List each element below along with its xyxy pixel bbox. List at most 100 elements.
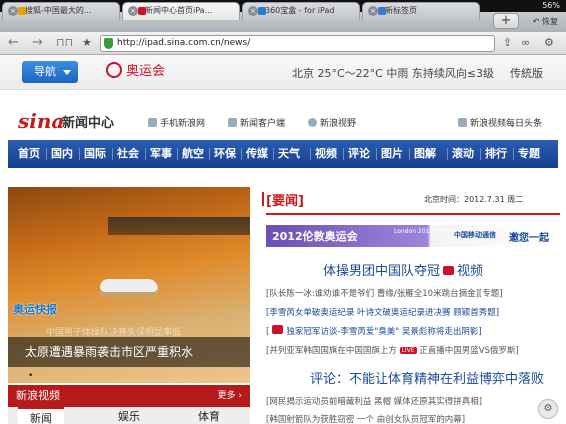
undo-icon: ↶: [532, 17, 540, 26]
banner-partner: 中国移动通信: [454, 231, 496, 239]
tab-title: 新闻中心首页iPa...: [145, 6, 213, 15]
chevron-down-icon: [63, 70, 71, 75]
360-favicon-icon: [258, 7, 266, 15]
nav-topics[interactable]: 专题: [513, 140, 540, 168]
headline2-link[interactable]: 评论：不能让体育精神在利益博弈中落败: [310, 368, 544, 387]
nav-weather[interactable]: 天气: [273, 140, 300, 168]
hero-image-bridge: [108, 217, 250, 235]
star-icon[interactable]: ★: [82, 35, 92, 51]
restore-button[interactable]: ↶ 恢复: [533, 16, 558, 27]
video-more-link[interactable]: 更多 ›: [218, 385, 242, 407]
divider: [266, 213, 560, 215]
headline-link[interactable]: 体操男团中国队夺冠 视频: [323, 260, 483, 279]
tab-title: 新标签页: [385, 6, 417, 15]
restore-label: 恢复: [542, 17, 558, 26]
nav-graphics[interactable]: 图解: [409, 140, 436, 168]
video-title: 新浪视频: [16, 389, 60, 402]
daily-video-label: 新浪视频每日头条: [470, 119, 543, 129]
brand-row: sina 新闻中心 手机新浪网 新闻客户端 新浪视野 新浪视频每日头条: [0, 109, 566, 137]
top-news-heading: [要闻]: [262, 190, 304, 209]
tab-new[interactable]: × 新标签页: [362, 2, 480, 20]
close-icon[interactable]: ×: [248, 6, 258, 16]
tab-video-ent[interactable]: 娱乐: [118, 407, 140, 424]
glasses-icon[interactable]: ∞: [521, 36, 530, 49]
beijing-time: 北京时间：2012.7.31 周二: [424, 195, 524, 204]
phone-icon: [148, 118, 157, 127]
battery-label: 56%: [542, 1, 560, 10]
nav-video[interactable]: 视频: [310, 140, 337, 168]
hero-caption: 太原遭遇暴雨袭击市区严重积水: [8, 337, 250, 367]
back-button[interactable]: ←: [8, 35, 19, 51]
news-item[interactable]: [李雪芮女单破奥运纪录 叶诗文破奥运纪录进决赛 顾颖首秀题]: [266, 306, 499, 318]
url-field[interactable]: http://ipad.sina.com.cn/news/: [100, 35, 495, 52]
video-header: 新浪视频 更多 ›: [8, 385, 250, 407]
video-tabs: 新闻 娱乐 体育: [8, 407, 250, 424]
section-title: 新闻中心: [62, 116, 115, 131]
site-nav-label: 导航: [34, 65, 56, 78]
mobile-sina-label: 手机新浪网: [160, 119, 206, 129]
tab-360[interactable]: × 360宝盒 - for iPad: [242, 2, 360, 20]
shield-icon: [104, 38, 113, 49]
nav-rolling[interactable]: 滚动: [447, 140, 474, 168]
news-item[interactable]: [队长陈一冰:谁劝谁不是爷们 曹缘/张雁全10米跳台摘金][专题]: [266, 287, 503, 299]
tab-video-news[interactable]: 新闻: [18, 407, 64, 424]
url-text: http://ipad.sina.com.cn/news/: [117, 38, 251, 48]
sina-favicon-icon: [138, 7, 146, 15]
main-nav: 首页 国内 国际 社会 军事 航空 环保 传媒 天气 视频 评论 图片 图解 滚…: [8, 140, 558, 168]
nav-military[interactable]: 军事: [145, 140, 172, 168]
news-client-link[interactable]: 新闻客户端: [228, 116, 285, 129]
live-badge: LIVE: [399, 347, 417, 354]
nav-aviation[interactable]: 航空: [177, 140, 204, 168]
settings-float-button[interactable]: ⚙: [538, 399, 558, 419]
share-icon[interactable]: ⇪: [503, 36, 512, 49]
close-icon[interactable]: ×: [8, 6, 18, 16]
traditional-link[interactable]: 传統版: [510, 65, 543, 81]
weather-text: 北京 25°C～22°C 中雨 东持续风向≤3级: [292, 67, 495, 80]
top-news-label: 要闻: [271, 194, 298, 209]
page-favicon-icon: [378, 7, 386, 15]
mobile-sina-link[interactable]: 手机新浪网: [148, 116, 205, 129]
sina-vision-link[interactable]: 新浪视野: [308, 116, 356, 129]
gear-icon[interactable]: ⚙: [544, 36, 554, 49]
forward-button[interactable]: →: [32, 35, 43, 51]
sina-logo[interactable]: sina: [18, 109, 64, 133]
nav-domestic[interactable]: 国内: [46, 140, 73, 168]
headline-text: 体操男团中国队夺冠: [323, 264, 441, 279]
slide-dot[interactable]: •: [28, 371, 33, 381]
news-item[interactable]: [独家冠军访谈-李雪芮爱"臭美" 吴景彪称将走出阴影]: [266, 325, 482, 337]
book-icon[interactable]: ⊓⊓: [56, 35, 73, 51]
hero-tag: 奥运快报: [13, 303, 57, 316]
tab-video-sports[interactable]: 体育: [198, 407, 220, 424]
tab-sohu[interactable]: × 搜狐-中国最大的...: [2, 2, 120, 20]
hero-image-car: [100, 279, 158, 297]
address-bar: ← → ⊓⊓ ★ http://ipad.sina.com.cn/news/ ⇪…: [0, 32, 566, 55]
news-item[interactable]: [韩国射箭队为获胜窃密 一个 由创女队员冠军的内幕]: [266, 413, 465, 424]
tab-title: 搜狐-中国最大的...: [25, 6, 92, 15]
nav-environment[interactable]: 环保: [209, 140, 236, 168]
nav-media[interactable]: 传媒: [241, 140, 268, 168]
close-icon[interactable]: ×: [128, 6, 138, 16]
nav-comment[interactable]: 评论: [343, 140, 370, 168]
site-nav-button[interactable]: 导航: [22, 61, 78, 83]
olympics-link[interactable]: 奥运会: [106, 62, 165, 82]
headline-video-link[interactable]: 视频: [457, 264, 483, 279]
news-item-text: [并列亚军韩国国旗在中国国旗上方: [266, 346, 397, 356]
nav-international[interactable]: 国际: [79, 140, 106, 168]
banner-main: 2012伦敦奥运会: [272, 230, 358, 243]
tab-sina-news[interactable]: × 新闻中心首页iPa...: [122, 2, 240, 20]
hero-slideshow[interactable]: 奥运快报 中国男子体操队决赛失误明显率低 太原遭遇暴雨袭击市区严重积水 •: [8, 187, 250, 383]
close-icon[interactable]: ×: [368, 6, 378, 16]
nav-ranking[interactable]: 排行: [480, 140, 507, 168]
news-item-text: 正直播中国男篮VS俄罗斯]: [419, 346, 519, 356]
globe-icon: [308, 118, 317, 127]
news-item[interactable]: [并列亚军韩国国旗在中国国旗上方 LIVE 正直播中国男篮VS俄罗斯]: [266, 344, 519, 356]
sina-vision-label: 新浪视野: [320, 119, 357, 129]
nav-society[interactable]: 社会: [112, 140, 139, 168]
nav-home[interactable]: 首页: [18, 140, 40, 168]
news-item[interactable]: [网民揭示运动员前暗藏利益 黑帽 媒体还原其实得拼真相]: [266, 395, 482, 407]
news-client-label: 新闻客户端: [240, 119, 286, 129]
new-tab-button[interactable]: +: [493, 13, 519, 29]
nav-photo[interactable]: 图片: [376, 140, 403, 168]
daily-video-link[interactable]: 新浪视频每日头条: [458, 116, 542, 129]
olympics-banner[interactable]: 2012伦敦奥运会 London 2012 Olympic Games 中国移动…: [266, 225, 560, 247]
